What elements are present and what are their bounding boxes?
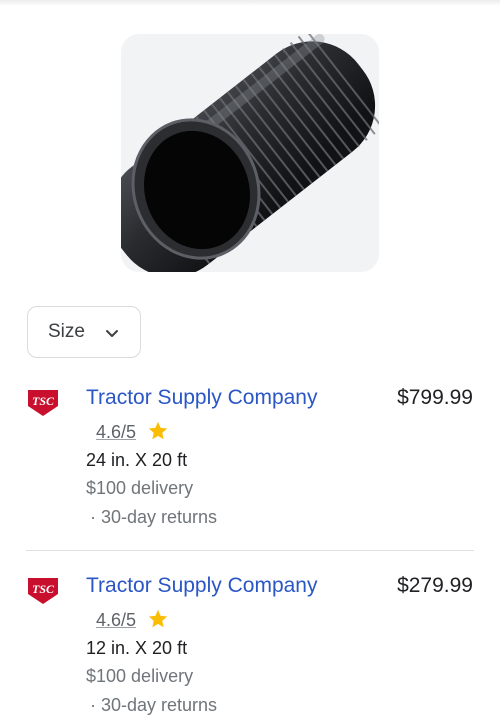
offer-divider <box>26 550 474 551</box>
returns-info: · 30-day returns <box>90 507 218 527</box>
tsc-logo-icon: TSC <box>28 578 58 604</box>
corrugated-pipe-image <box>121 34 379 272</box>
product-image[interactable] <box>121 34 379 272</box>
star-icon <box>148 609 168 628</box>
tsc-logo-text: TSC <box>32 582 55 596</box>
merchant-rating[interactable]: 4.6/5 <box>96 422 136 443</box>
top-shadow <box>0 0 500 6</box>
returns-info: · 30-day returns <box>90 695 218 715</box>
merchant-rating[interactable]: 4.6/5 <box>96 610 136 631</box>
delivery-info: $100 delivery <box>86 478 194 498</box>
offer-listing[interactable]: TSC Tractor Supply Company $799.99 4.6/5… <box>0 378 500 528</box>
merchant-link[interactable]: Tractor Supply Company <box>86 386 317 410</box>
tsc-logo-icon: TSC <box>28 390 58 416</box>
offer-listing[interactable]: TSC Tractor Supply Company $279.99 4.6/5… <box>0 566 500 716</box>
size-filter-label: Size <box>48 321 85 342</box>
star-icon <box>148 421 168 440</box>
offer-price: $799.99 <box>397 386 473 409</box>
tsc-logo-text: TSC <box>32 394 55 408</box>
size-filter-chip[interactable]: Size <box>27 306 141 358</box>
offer-price: $279.99 <box>397 574 473 597</box>
product-spec: 12 in. X 20 ft <box>86 638 188 658</box>
delivery-info: $100 delivery <box>86 666 194 686</box>
merchant-link[interactable]: Tractor Supply Company <box>86 574 317 598</box>
chevron-down-icon <box>106 330 118 337</box>
product-spec: 24 in. X 20 ft <box>86 450 188 470</box>
